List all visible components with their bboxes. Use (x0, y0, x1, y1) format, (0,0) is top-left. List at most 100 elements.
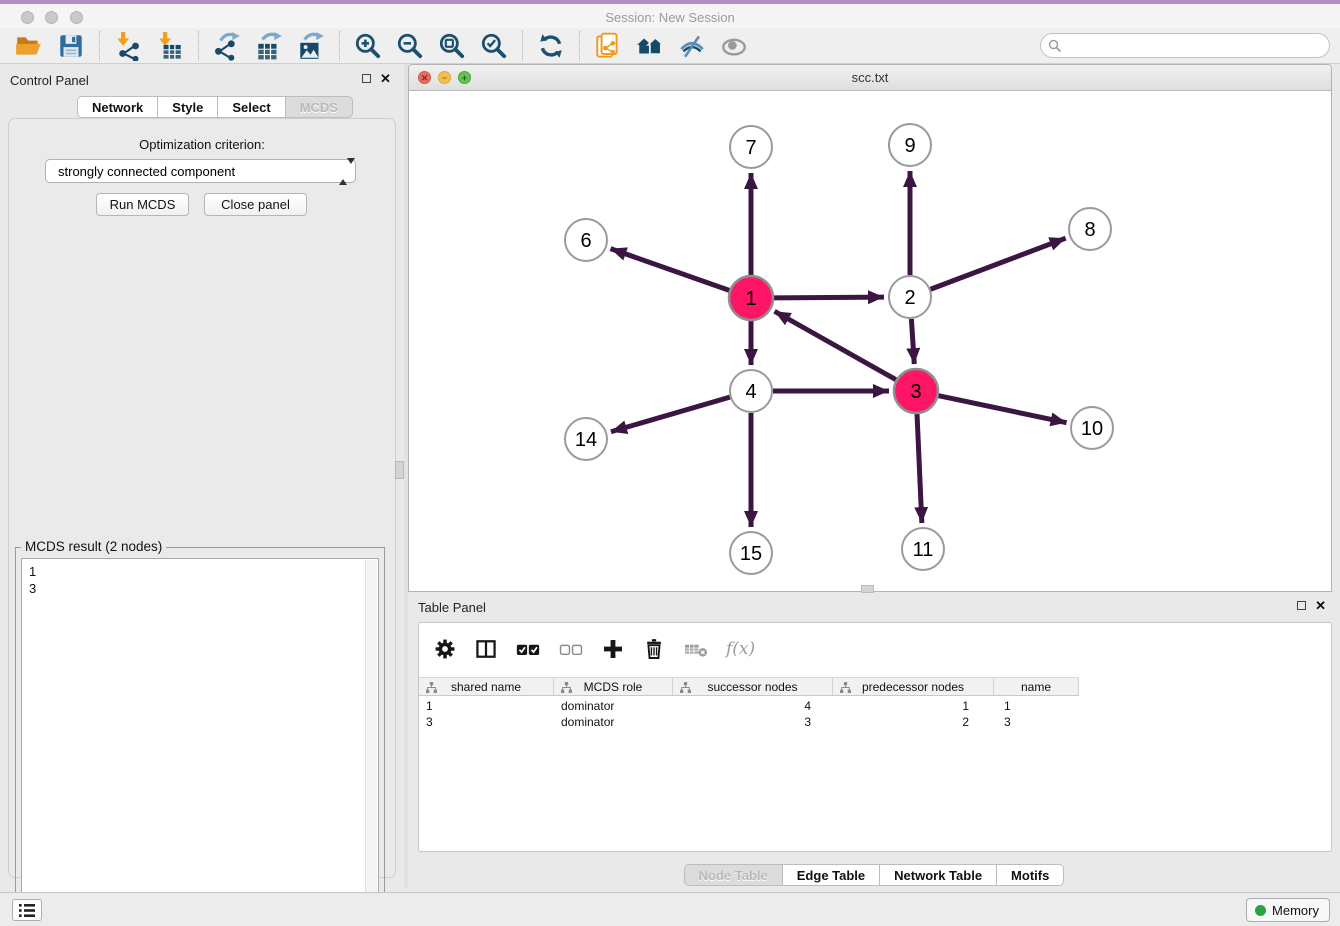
new-network-from-selection-icon[interactable] (593, 31, 623, 61)
first-neighbors-icon[interactable] (635, 31, 665, 61)
hierarchy-icon (426, 682, 437, 693)
deselect-all-icon[interactable] (558, 637, 584, 661)
toggle-panes-icon[interactable] (474, 637, 498, 661)
graph-node-label-11: 11 (913, 539, 934, 561)
cell-name: 3 (994, 714, 1079, 730)
import-table-icon[interactable] (155, 31, 185, 61)
run-mcds-button[interactable]: Run MCDS (96, 193, 189, 216)
cell-predecessor-nodes: 2 (833, 714, 994, 730)
network-window: ✕ − + scc.txt 7968124314101511 (408, 64, 1332, 592)
tab-network[interactable]: Network (77, 96, 158, 118)
graph-node-label-1: 1 (745, 288, 756, 310)
hide-selected-icon[interactable] (677, 31, 707, 61)
tab-select[interactable]: Select (218, 96, 285, 118)
table-row[interactable]: 3 dominator 3 2 3 (419, 714, 1079, 730)
mcds-result-area[interactable]: 1 3 (21, 558, 379, 918)
memory-button[interactable]: Memory (1246, 898, 1330, 922)
column-header-predecessor-nodes[interactable]: predecessor nodes (833, 678, 994, 695)
tab-node-table[interactable]: Node Table (684, 864, 783, 886)
search-icon (1048, 39, 1062, 53)
delete-column-icon[interactable] (683, 638, 709, 660)
tab-network-table[interactable]: Network Table (880, 864, 997, 886)
cell-shared-name: 3 (419, 714, 554, 730)
graph-edge-3-1[interactable] (775, 311, 896, 379)
tab-motifs[interactable]: Motifs (997, 864, 1064, 886)
float-panel-icon[interactable] (362, 74, 371, 83)
graph-node-label-7: 7 (745, 137, 756, 159)
graph-edge-3-11[interactable] (917, 414, 922, 523)
toolbar-separator (522, 31, 523, 61)
refresh-layout-icon[interactable] (536, 31, 566, 61)
float-panel-icon[interactable] (1297, 601, 1306, 610)
cell-shared-name: 1 (419, 698, 554, 714)
zoom-out-icon[interactable] (395, 31, 425, 61)
tab-style[interactable]: Style (158, 96, 218, 118)
add-row-icon[interactable] (601, 637, 625, 661)
memory-label: Memory (1272, 903, 1319, 918)
tab-edge-table[interactable]: Edge Table (783, 864, 880, 886)
export-table-icon[interactable] (254, 31, 284, 61)
column-header-successor-nodes[interactable]: successor nodes (673, 678, 833, 695)
close-panel-icon[interactable]: ✕ (380, 74, 391, 83)
column-header-mcds-role[interactable]: MCDS role (554, 678, 673, 695)
graph-edge-2-8[interactable] (931, 238, 1066, 289)
criterion-select[interactable]: strongly connected component (45, 159, 356, 183)
save-session-icon[interactable] (56, 31, 86, 61)
graph-edge-2-3[interactable] (911, 319, 914, 364)
table-row[interactable]: 1 dominator 4 1 1 (419, 698, 1079, 714)
column-settings-icon[interactable] (433, 637, 457, 661)
hierarchy-icon (680, 682, 691, 693)
mcds-result-title: MCDS result (2 nodes) (21, 539, 166, 554)
criterion-value: strongly connected component (58, 164, 235, 179)
task-history-button[interactable] (12, 899, 42, 921)
network-canvas[interactable]: 7968124314101511 (409, 91, 1331, 592)
table-header-row: shared name MCDS role successor nodes pr… (419, 677, 1079, 696)
graph-edge-4-14[interactable] (611, 397, 730, 432)
toolbar-separator (339, 31, 340, 61)
export-image-icon[interactable] (296, 31, 326, 61)
graph-edge-3-10[interactable] (939, 396, 1067, 423)
graph-node-label-6: 6 (580, 230, 591, 252)
horizontal-splitter-grip[interactable] (861, 585, 874, 593)
select-stepper-icon (339, 164, 348, 180)
zoom-in-icon[interactable] (353, 31, 383, 61)
toolbar-separator (99, 31, 100, 61)
search-input[interactable] (1067, 36, 1322, 55)
close-panel-icon[interactable]: ✕ (1315, 601, 1326, 610)
toolbar-separator (198, 31, 199, 61)
export-network-icon[interactable] (212, 31, 242, 61)
app-titlebar: Session: New Session (0, 4, 1340, 28)
function-builder-icon[interactable]: f(x) (726, 639, 755, 659)
import-network-icon[interactable] (113, 31, 143, 61)
graph-edge-1-6[interactable] (611, 249, 730, 291)
app-title: Session: New Session (0, 10, 1340, 25)
mcds-result-values: 1 3 (29, 563, 36, 597)
control-panel-title: Control Panel (10, 73, 89, 88)
close-panel-button[interactable]: Close panel (204, 193, 307, 216)
graph-edge-1-2[interactable] (774, 297, 884, 298)
vertical-splitter-grip[interactable] (395, 461, 404, 479)
hierarchy-icon (561, 682, 572, 693)
memory-status-dot (1255, 905, 1266, 916)
column-header-shared-name[interactable]: shared name (419, 678, 554, 695)
result-scrollbar[interactable] (365, 560, 377, 918)
graph-node-label-8: 8 (1084, 219, 1095, 241)
open-session-icon[interactable] (14, 31, 44, 61)
column-header-name[interactable]: name (994, 678, 1079, 695)
zoom-selected-icon[interactable] (479, 31, 509, 61)
graph-node-label-15: 15 (740, 543, 762, 565)
table-tabs: Node Table Edge Table Network Table Moti… (408, 864, 1340, 886)
criterion-label: Optimization criterion: (9, 137, 395, 152)
select-all-icon[interactable] (515, 637, 541, 661)
hierarchy-icon (840, 682, 851, 693)
table-panel-title: Table Panel (418, 600, 486, 615)
cell-predecessor-nodes: 1 (833, 698, 994, 714)
tab-mcds[interactable]: MCDS (286, 96, 353, 118)
zoom-fit-icon[interactable] (437, 31, 467, 61)
cell-successor-nodes: 3 (673, 714, 833, 730)
delete-row-icon[interactable] (642, 637, 666, 661)
network-window-titlebar[interactable]: ✕ − + scc.txt (409, 65, 1331, 91)
mcds-panel: Optimization criterion: strongly connect… (8, 118, 396, 878)
show-all-icon[interactable] (719, 31, 749, 61)
graph-node-label-9: 9 (904, 135, 915, 157)
